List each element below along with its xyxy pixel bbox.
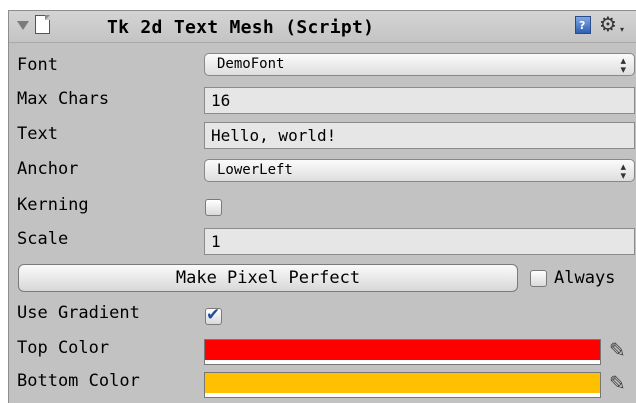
bottom-color-label: Bottom Color — [17, 371, 140, 391]
top-color-swatch[interactable] — [204, 339, 601, 365]
max-chars-value: 16 — [211, 91, 231, 110]
text-label: Text — [17, 124, 58, 144]
max-chars-field[interactable]: 16 — [204, 87, 635, 114]
scale-field[interactable]: 1 — [204, 228, 635, 255]
text-row: Text Hello, world! — [9, 120, 636, 154]
scale-label: Scale — [17, 229, 69, 249]
scale-row: Scale 1 — [9, 225, 636, 259]
bottom-color-swatch[interactable] — [204, 372, 601, 398]
make-pixel-perfect-label: Make Pixel Perfect — [175, 268, 361, 288]
inspector-panel: Tk 2d Text Mesh (Script) ? ⚙ ▾ Font Demo… — [8, 10, 636, 403]
gear-icon[interactable]: ⚙ — [599, 13, 617, 35]
component-title: Tk 2d Text Mesh (Script) — [107, 17, 375, 38]
use-gradient-row: Use Gradient ✔ — [9, 299, 636, 333]
anchor-value: LowerLeft — [217, 162, 293, 178]
top-color-label: Top Color — [17, 338, 110, 358]
kerning-label: Kerning — [17, 195, 89, 215]
font-value: DemoFont — [217, 56, 285, 72]
dropdown-arrows-icon: ▴ ▾ — [620, 160, 626, 182]
kerning-row: Kerning — [9, 191, 636, 225]
chevron-down-icon: ▾ — [620, 25, 625, 34]
font-dropdown[interactable]: DemoFont ▴ ▾ — [204, 53, 635, 76]
checkmark-icon: ✔ — [206, 305, 221, 325]
font-row: Font DemoFont ▴ ▾ — [9, 51, 636, 85]
make-pixel-perfect-button[interactable]: Make Pixel Perfect — [18, 264, 518, 292]
top-color-row: Top Color ✎ — [9, 334, 636, 368]
script-file-icon — [35, 15, 50, 34]
anchor-dropdown[interactable]: LowerLeft ▴ ▾ — [204, 159, 635, 182]
anchor-label: Anchor — [17, 159, 79, 179]
text-field[interactable]: Hello, world! — [204, 122, 635, 149]
pixel-perfect-row: Make Pixel Perfect Always — [9, 260, 636, 294]
font-label: Font — [17, 55, 58, 75]
use-gradient-label: Use Gradient — [17, 303, 140, 323]
help-book-icon[interactable]: ? — [575, 16, 591, 34]
use-gradient-checkbox[interactable]: ✔ — [205, 305, 222, 325]
max-chars-label: Max Chars — [17, 89, 110, 109]
eyedropper-icon[interactable]: ✎ — [609, 338, 626, 362]
always-label: Always — [554, 268, 616, 288]
scale-value: 1 — [211, 232, 221, 251]
eyedropper-icon[interactable]: ✎ — [609, 371, 626, 395]
text-value: Hello, world! — [211, 126, 337, 145]
component-header[interactable]: Tk 2d Text Mesh (Script) ? ⚙ ▾ — [9, 11, 636, 43]
max-chars-row: Max Chars 16 — [9, 85, 636, 119]
always-checkbox[interactable] — [530, 270, 547, 287]
bottom-color-row: Bottom Color ✎ — [9, 367, 636, 401]
kerning-checkbox[interactable] — [205, 199, 222, 216]
foldout-arrow-icon[interactable] — [17, 21, 29, 30]
anchor-row: Anchor LowerLeft ▴ ▾ — [9, 155, 636, 189]
dropdown-arrows-icon: ▴ ▾ — [620, 54, 626, 76]
